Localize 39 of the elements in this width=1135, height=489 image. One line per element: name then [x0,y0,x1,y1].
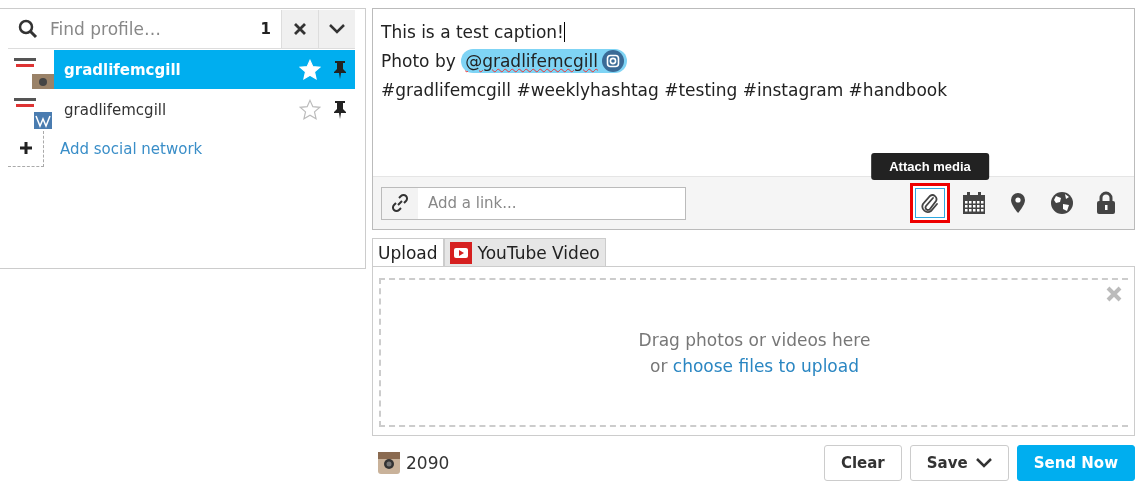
plus-icon[interactable] [19,142,32,154]
camera-icon [601,50,624,72]
link-icon [390,193,410,213]
chevron-down-icon [975,458,992,468]
media-tab[interactable]: YouTube Video [443,238,606,266]
caption-text: This is a test caption! [381,22,565,42]
profile-name: gradlifemcgill [63,100,168,119]
star-icon[interactable] [299,98,321,121]
close-icon [293,22,307,36]
or-text: or [650,355,668,376]
camera-icon [378,452,400,474]
search-icon [18,19,38,39]
clear-button[interactable] [281,10,318,48]
dropzone-text: Drag photos or videos here [638,328,871,352]
dropdown-button[interactable] [318,10,355,48]
save-button[interactable]: Save [909,445,1009,481]
lock-icon [1096,191,1116,215]
media-tab[interactable]: Upload [372,238,444,266]
dropzone[interactable]: Drag photos or videos here or choose files to upload [379,278,1128,427]
search-field[interactable]: Find profile… [48,18,251,40]
add-network-link[interactable]: Add social network [60,139,203,158]
choose-files-link[interactable]: choose files to upload [672,355,859,376]
calendar-icon [962,191,986,215]
play-icon [449,241,472,264]
hashtags-text: #gradlifemcgill #weeklyhashtag #testing #instagram #handbook [381,79,949,102]
credit-label: Photo by [381,51,456,71]
tooltip: Attach media [871,153,989,180]
character-count: 2090 [406,453,450,473]
result-count: 1 [259,20,272,38]
map-pin-icon [1010,192,1026,214]
profile-name: gradlifemcgill [63,60,182,79]
paperclip-icon [920,192,940,214]
link-field[interactable]: Add a link... [381,186,686,220]
caption-editor[interactable]: This is a test caption! Photo by @gradlifemcgill #gradlifemcgill #weeklyhashtag #testing #instagram #handbook Add a link... Attach media [372,8,1135,230]
globe-icon [1050,191,1074,215]
chevron-down-icon [329,24,345,34]
profile-item[interactable]: gradlifemcgill [8,90,355,129]
clear-button[interactable]: Clear [823,445,902,481]
mention-chip[interactable]: @gradlifemcgill [461,49,627,73]
